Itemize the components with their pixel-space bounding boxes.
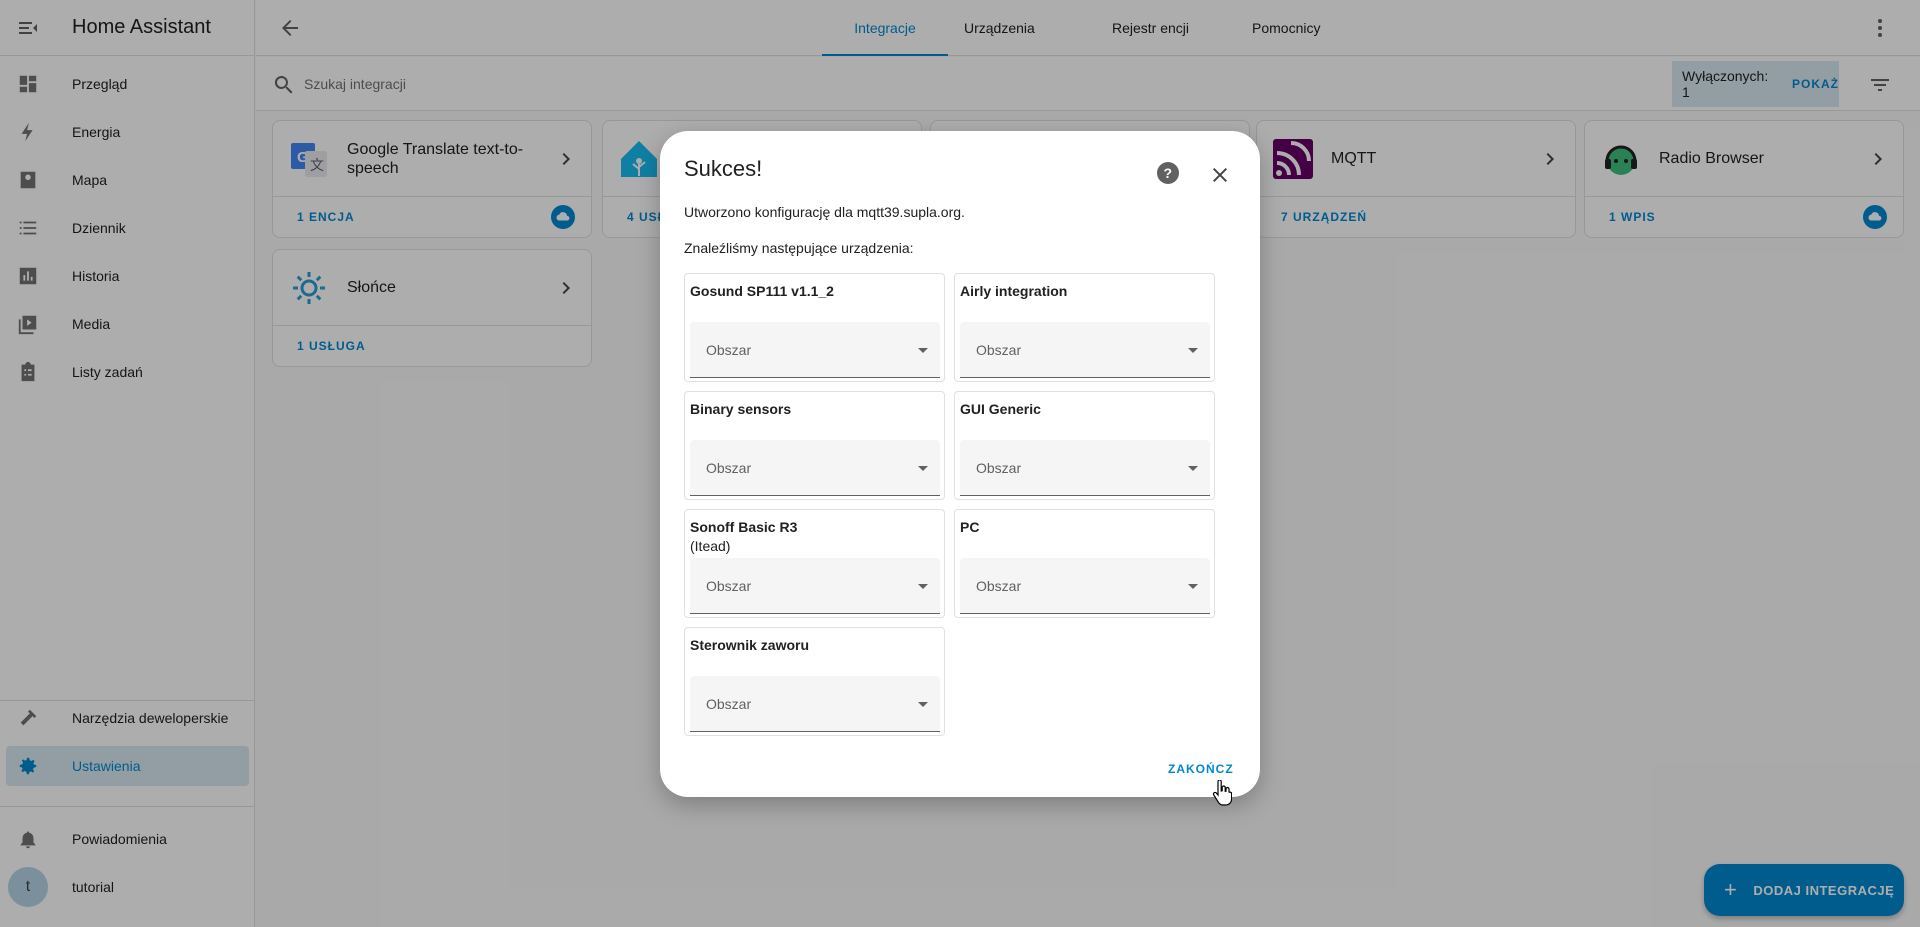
device-card: Gosund SP111 v1.1_2 Obszar	[684, 273, 945, 382]
dropdown-arrow-icon	[918, 466, 928, 471]
area-select-label: Obszar	[976, 460, 1022, 476]
device-card: Airly integration Obszar	[954, 273, 1215, 382]
dialog-title: Sukces!	[684, 156, 763, 181]
device-card: PC Obszar	[954, 509, 1215, 618]
hand-cursor-icon	[1212, 779, 1233, 811]
close-icon[interactable]	[1208, 163, 1232, 192]
device-name: Sterownik zaworu	[690, 637, 810, 653]
device-card: Binary sensors Obszar	[684, 391, 945, 500]
area-select[interactable]: Obszar	[690, 440, 940, 496]
area-select[interactable]: Obszar	[960, 322, 1210, 378]
svg-text:?: ?	[1164, 165, 1173, 181]
created-config-text: Utworzono konfigurację dla mqtt39.supla.…	[684, 204, 965, 220]
device-name: Airly integration	[960, 283, 1068, 299]
area-select-label: Obszar	[976, 342, 1022, 358]
dropdown-arrow-icon	[918, 348, 928, 353]
dropdown-arrow-icon	[918, 702, 928, 707]
dropdown-arrow-icon	[1188, 466, 1198, 471]
area-select[interactable]: Obszar	[960, 440, 1210, 496]
area-select[interactable]: Obszar	[690, 322, 940, 378]
help-icon[interactable]: ?	[1156, 161, 1180, 190]
area-select-label: Obszar	[706, 696, 752, 712]
device-card: Sterownik zaworu Obszar	[684, 627, 945, 736]
found-devices-text: Znaleźliśmy następujące urządzenia:	[684, 240, 914, 256]
area-select-label: Obszar	[706, 460, 752, 476]
dropdown-arrow-icon	[1188, 348, 1198, 353]
area-select[interactable]: Obszar	[690, 676, 940, 732]
area-select-label: Obszar	[706, 342, 752, 358]
success-dialog: Sukces! ? Utworzono konfigurację dla mqt…	[660, 131, 1260, 797]
device-name: Binary sensors	[690, 401, 792, 417]
device-card: GUI Generic Obszar	[954, 391, 1215, 500]
device-manufacturer: (Itead)	[690, 538, 731, 554]
dropdown-arrow-icon	[918, 584, 928, 589]
device-name: GUI Generic	[960, 401, 1041, 417]
device-card: Sonoff Basic R3 (Itead) Obszar	[684, 509, 945, 618]
dropdown-arrow-icon	[1188, 584, 1198, 589]
device-name: Gosund SP111 v1.1_2	[690, 283, 834, 299]
area-select-label: Obszar	[706, 578, 752, 594]
area-select[interactable]: Obszar	[690, 558, 940, 614]
device-name: PC	[960, 519, 980, 535]
area-select[interactable]: Obszar	[960, 558, 1210, 614]
area-select-label: Obszar	[976, 578, 1022, 594]
device-name: Sonoff Basic R3	[690, 519, 798, 535]
